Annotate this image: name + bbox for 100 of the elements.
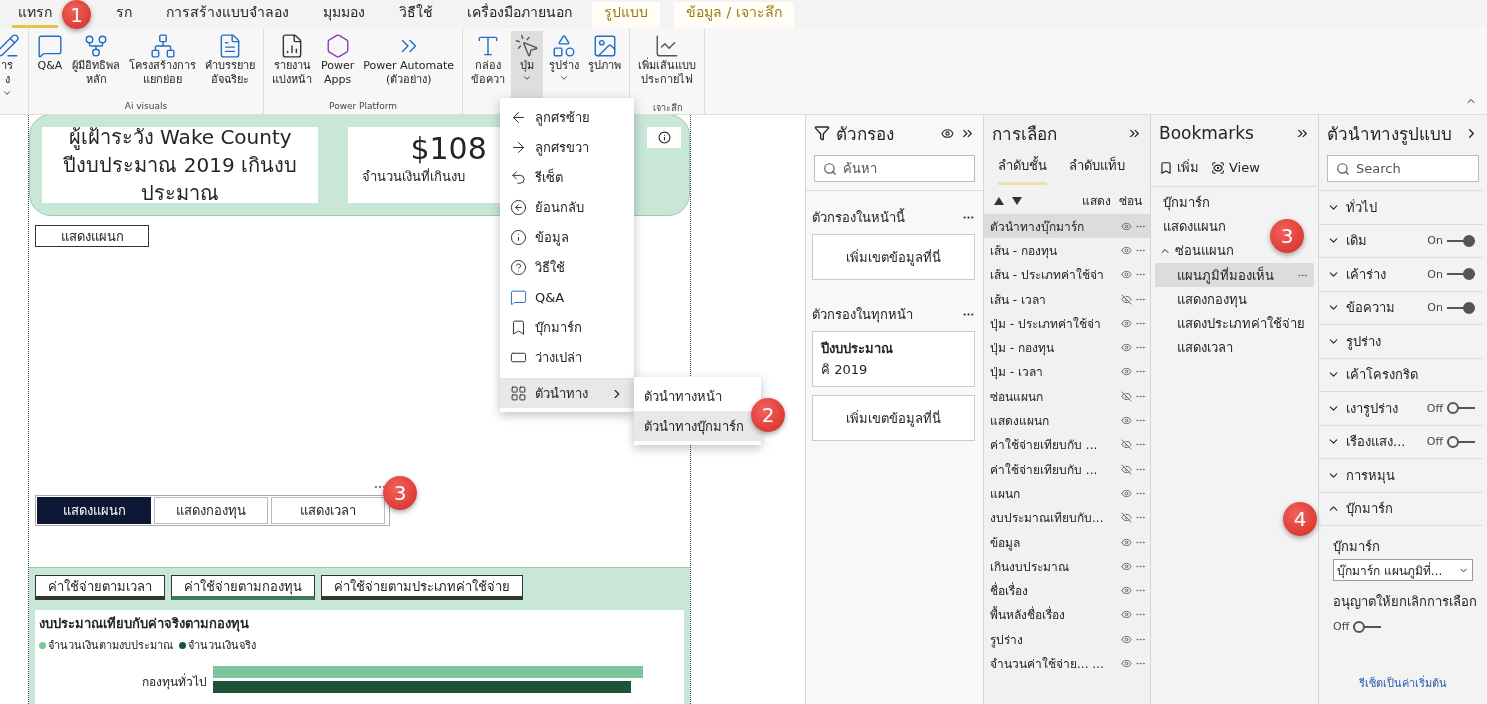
filter-card[interactable]: ปีงบประมาณ คิ 2019	[812, 331, 975, 387]
menu-item[interactable]: ลูกศรซ้าย	[500, 102, 634, 132]
format-section[interactable]: เรืองแสง... Off	[1319, 425, 1483, 459]
ribbon-tab[interactable]: การสร้างแบบจำลอง	[160, 2, 295, 28]
format-section[interactable]: รูปร่าง	[1319, 325, 1483, 359]
layer-item[interactable]: แสดงแผนก	[984, 408, 1150, 433]
ribbon-button[interactable]: รูปร่าง	[546, 31, 583, 101]
bookmark-item[interactable]: แสดงประเภทค่าใช้จ่าย	[1155, 311, 1311, 336]
navigator-button[interactable]: แสดงเวลา	[271, 497, 385, 524]
layer-item[interactable]: ชื่อเรื่อง	[984, 578, 1150, 603]
ribbon-button[interactable]: เพิ่มเส้นแบบ ประกายไฟ	[635, 31, 700, 101]
layer-item[interactable]: งบประมาณเทียบกับ...	[984, 505, 1150, 530]
layer-item[interactable]: ปุ่ม - ประเภทค่าใช้จ่า	[984, 311, 1150, 336]
navigator-button[interactable]: แสดงแผนก	[37, 497, 151, 524]
toggle-switch[interactable]	[1447, 268, 1475, 281]
layer-item[interactable]: เส้น - ประเภทค่าใช้จ่า	[984, 262, 1150, 287]
ribbon-button[interactable]: ผู้มีอิทธิพล หลัก	[69, 31, 123, 101]
layer-item[interactable]: ซ่อนแผนก	[984, 384, 1150, 409]
bookmark-item[interactable]: แผนภูมิที่มองเห็น	[1155, 262, 1314, 288]
layer-item[interactable]: เส้น - กองทุน	[984, 238, 1150, 263]
ribbon-button[interactable]: รูปภาพ	[585, 31, 625, 101]
bookmark-item[interactable]: แสดงแผนก	[1155, 214, 1232, 239]
toggle-switch[interactable]	[1447, 435, 1475, 448]
ribbon-tab[interactable]: เครื่องมือภายนอก	[461, 2, 578, 28]
format-section[interactable]: บุ๊กมาร์ก	[1319, 492, 1483, 526]
ribbon-button[interactable]: ปุ่ม	[511, 31, 544, 101]
ribbon-tab[interactable]: รก	[110, 2, 138, 28]
ribbon-tab[interactable]: รูปแบบ	[592, 2, 660, 28]
eye-off-icon[interactable]	[1121, 390, 1132, 402]
eye-off-icon[interactable]	[1121, 463, 1132, 475]
format-section[interactable]: เค้าโครงกริด	[1319, 358, 1483, 392]
ribbon-button[interactable]: กล่อง ข้อควา	[468, 31, 509, 101]
menu-item[interactable]: ลูกศรขวา	[500, 132, 634, 162]
show-button[interactable]: แสดงแผนก	[35, 225, 149, 247]
format-section[interactable]: เดิม On	[1319, 224, 1483, 258]
eye-off-icon[interactable]	[1121, 293, 1132, 305]
add-button[interactable]: เพิ่ม	[1159, 157, 1199, 178]
menu-item[interactable]: ย้อนกลับ	[500, 192, 634, 222]
menu-item[interactable]: บุ๊กมาร์ก	[500, 312, 634, 342]
chart-tab[interactable]: ค่าใช้จ่ายตามเวลา	[35, 575, 165, 600]
toggle-switch[interactable]	[1353, 620, 1382, 633]
eye-off-icon[interactable]	[1121, 439, 1132, 451]
eye-off-icon[interactable]	[1121, 512, 1132, 524]
menu-item[interactable]: รีเซ็ต	[500, 162, 634, 192]
search-field[interactable]: ค้นหา	[814, 155, 975, 182]
toggle-switch[interactable]	[1447, 402, 1475, 415]
layer-item[interactable]: แผนก	[984, 481, 1150, 506]
ribbon-tab[interactable]: มุมมอง	[317, 2, 371, 28]
drop-zone[interactable]: เพิ่มเขตข้อมูลที่นี่	[812, 234, 975, 280]
ribbon-button[interactable]: Q&A	[34, 31, 66, 101]
reset-link[interactable]: รีเซ็ตเป็นค่าเริ่มต้น	[1319, 674, 1487, 692]
view-button[interactable]: View	[1211, 157, 1260, 178]
bookmark-item[interactable]: แสดงเวลา	[1155, 335, 1239, 361]
toggle-switch[interactable]	[1447, 234, 1475, 247]
move-down-icon[interactable]	[1012, 196, 1022, 205]
move-up-icon[interactable]	[994, 196, 1004, 205]
ribbon-button[interactable]: Power Apps	[318, 31, 358, 101]
pane-tab[interactable]: ลำดับชั้น	[998, 155, 1047, 185]
ribbon-tab[interactable]: วิธีใช้	[393, 2, 439, 28]
chart-tab[interactable]: ค่าใช้จ่ายตามประเภทค่าใช้จ่าย	[321, 575, 523, 600]
layer-item[interactable]: ค่าใช้จ่ายเทียบกับ ...	[984, 456, 1150, 482]
drop-zone[interactable]: เพิ่มเขตข้อมูลที่นี่	[812, 395, 975, 441]
menu-item[interactable]: Q&A	[500, 282, 634, 312]
menu-item[interactable]: วิธีใช้	[500, 252, 634, 282]
toggle-switch[interactable]	[1447, 301, 1475, 314]
bookmark-item[interactable]: ซ่อนแผนก	[1155, 238, 1240, 263]
format-section[interactable]: การหมุน	[1319, 459, 1483, 493]
menu-item[interactable]: ตัวนำทางบุ๊กมาร์ก	[634, 411, 761, 441]
ribbon-button[interactable]: รายงาน แบ่งหน้า	[269, 31, 315, 101]
layer-item[interactable]: เส้น - เวลา	[984, 286, 1150, 312]
layer-item[interactable]: ตัวนำทางบุ๊กมาร์ก	[984, 214, 1150, 239]
menu-item[interactable]: ข้อมูล	[500, 222, 634, 252]
menu-item[interactable]: ตัวนำทาง	[500, 378, 634, 408]
layer-item[interactable]: ข้อมูล	[984, 529, 1150, 555]
ribbon-button[interactable]: Power Automate (ตัวอย่าง)	[360, 31, 458, 101]
format-section[interactable]: ข้อความ On	[1319, 291, 1483, 325]
ribbon-button[interactable]: าร ง	[0, 31, 23, 101]
format-section[interactable]: เงารูปร่าง Off	[1319, 392, 1483, 426]
layer-item[interactable]: ปุ่ม - เวลา	[984, 359, 1150, 385]
format-section[interactable]: ทั่วไป	[1319, 191, 1483, 225]
eye-icon[interactable]	[941, 126, 954, 140]
navigator-button[interactable]: แสดงกองทุน	[154, 497, 268, 524]
bookmark-item[interactable]: บุ๊กมาร์ก	[1155, 190, 1216, 215]
info-button[interactable]	[647, 127, 681, 148]
layer-item[interactable]: รูปร่าง	[984, 627, 1150, 652]
ribbon-tab[interactable]: ข้อมูล / เจาะลึก	[674, 2, 794, 28]
layer-item[interactable]: ปุ่ม - กองทุน	[984, 335, 1150, 360]
layer-item[interactable]: ค่าใช้จ่ายเทียบกับ ...	[984, 432, 1150, 457]
layer-item[interactable]: พื้นหลังชื่อเรื่อง	[984, 602, 1150, 628]
bookmark-select[interactable]: บุ๊กมาร์ก แผนภูมิที่...	[1333, 559, 1473, 581]
chart-tab[interactable]: ค่าใช้จ่ายตามกองทุน	[171, 575, 315, 600]
ribbon-button[interactable]: โครงสร้างการ แยกย่อย	[126, 31, 199, 101]
ribbon-button[interactable]: คำบรรยาย อัจฉริยะ	[202, 31, 258, 101]
layer-item[interactable]: เกินงบประมาณ	[984, 554, 1150, 579]
menu-item[interactable]: ว่างเปล่า	[500, 342, 634, 372]
pane-tab[interactable]: ลำดับแท็บ	[1069, 155, 1125, 185]
search-field[interactable]: Search	[1327, 155, 1479, 182]
layer-item[interactable]: จำนวนค่าใช้จ่าย... ...	[984, 651, 1150, 676]
bookmark-item[interactable]: แสดงกองทุน	[1155, 287, 1253, 312]
format-section[interactable]: เค้าร่าง On	[1319, 258, 1483, 292]
